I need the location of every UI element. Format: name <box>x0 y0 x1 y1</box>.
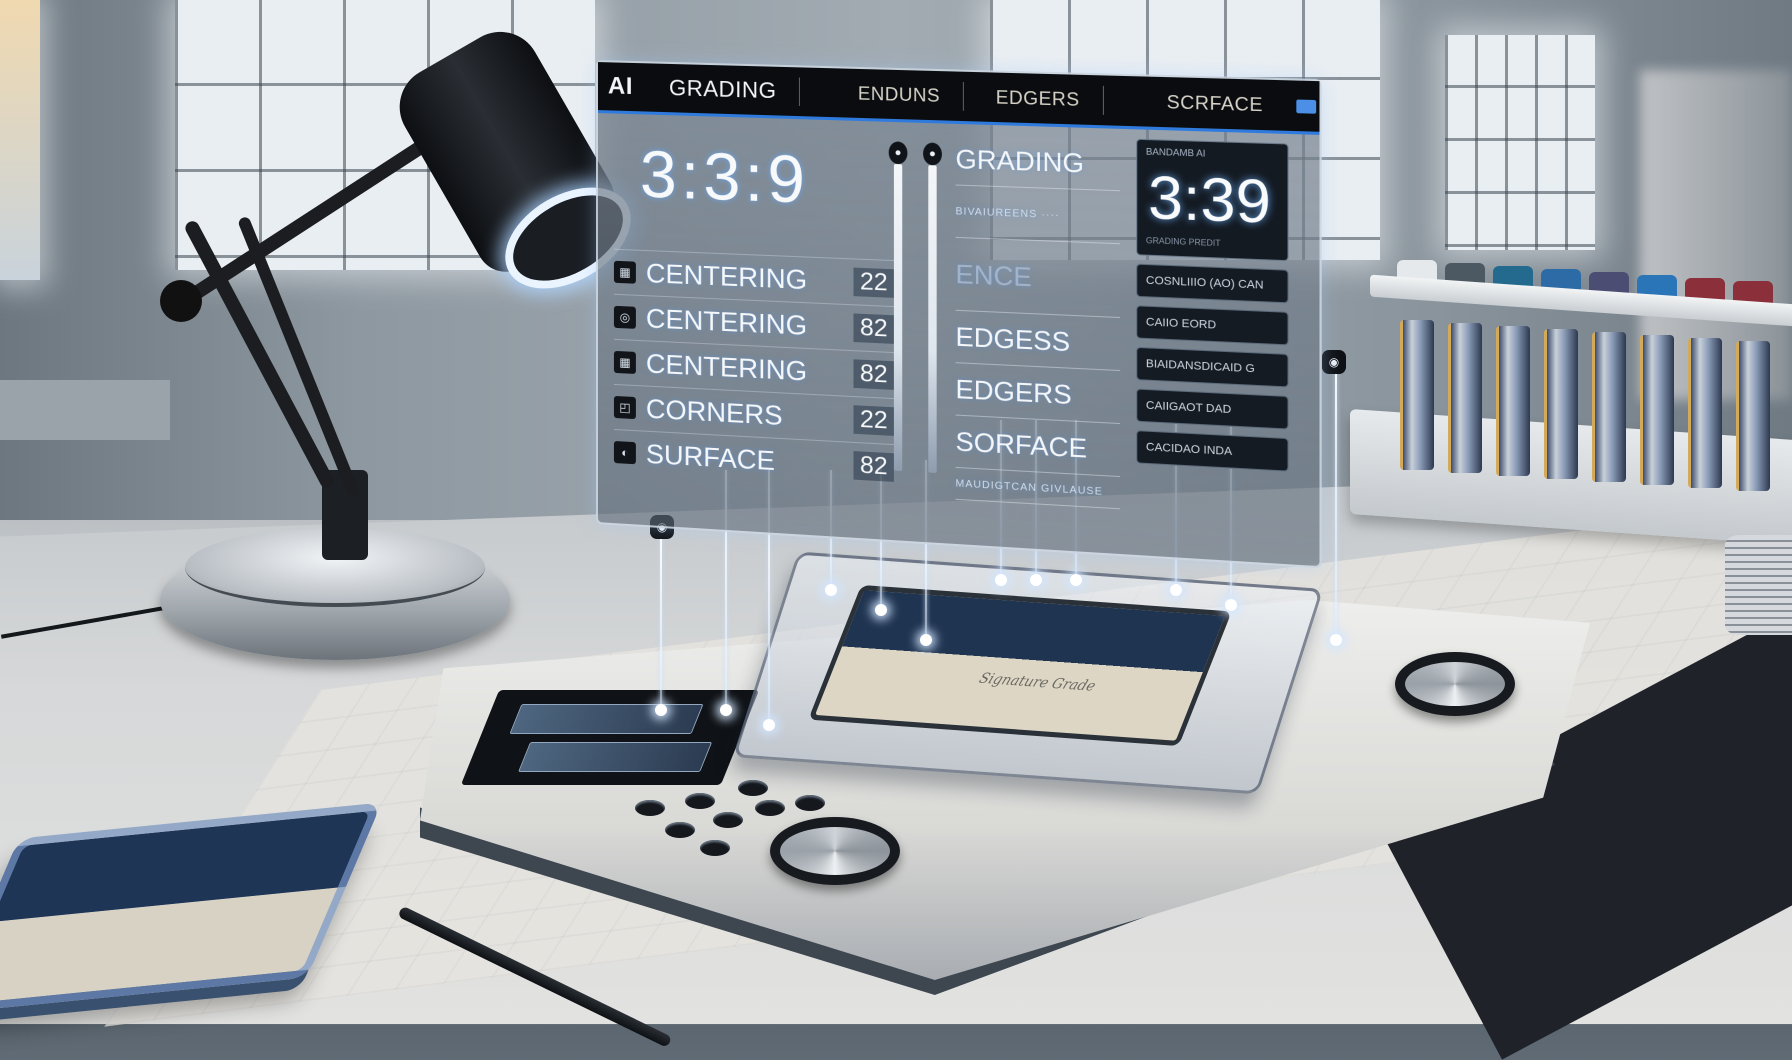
device-screen-line <box>518 742 713 772</box>
level-meter <box>928 165 937 474</box>
device-key[interactable] <box>738 780 768 796</box>
coin-stack <box>1725 535 1792 635</box>
tab-endings[interactable]: ENDUNS <box>835 78 965 111</box>
device-screen-line <box>509 704 704 734</box>
test-tube <box>1448 323 1482 473</box>
window-left <box>0 0 40 280</box>
main-dial-knob[interactable] <box>770 817 900 885</box>
summary-row[interactable]: BIAIDANSDICAID G <box>1136 346 1289 388</box>
device-key[interactable] <box>635 800 665 816</box>
metric-label: CENTERING <box>645 302 808 341</box>
device-key[interactable] <box>685 793 715 809</box>
metric-label: CORNERS <box>645 393 783 431</box>
score-header: BANDAMB AI <box>1145 146 1206 159</box>
test-tube <box>1544 329 1578 479</box>
anchor-dot <box>1170 584 1182 596</box>
secondary-dial-knob[interactable] <box>1395 652 1515 716</box>
trading-card: Signature Grade <box>808 584 1232 747</box>
summary-column: BANDAMB AI 3:39 GRADING PREDIT COSNLIIIO… <box>1136 138 1289 472</box>
surface-icon: ◐ <box>613 440 636 465</box>
grading-column: GRADING BIVAIUREENS ···· ENCE EDGESS EDG… <box>955 133 1121 510</box>
final-score-box: BANDAMB AI 3:39 GRADING PREDIT <box>1136 138 1289 262</box>
anchor-dot <box>920 634 932 646</box>
anchor-dot <box>1030 574 1042 586</box>
grid-icon: ▦ <box>613 350 636 374</box>
summary-row[interactable]: COSNLIIIO (AO) CAN <box>1136 263 1289 304</box>
grading-row[interactable]: SORFACE <box>955 415 1121 478</box>
drop-icon[interactable]: ● <box>888 141 908 165</box>
flag-icon[interactable] <box>1296 98 1316 114</box>
drop-icon[interactable]: ● <box>923 142 942 166</box>
metric-value: 22 <box>853 405 894 436</box>
test-tube <box>1400 320 1434 470</box>
anchor-dot <box>655 704 667 716</box>
test-tube <box>1736 341 1770 491</box>
device-key[interactable] <box>665 822 695 838</box>
grading-row[interactable]: EDGESS <box>955 310 1121 372</box>
projection-beam <box>660 530 662 710</box>
test-tube <box>1688 338 1722 488</box>
summary-row[interactable]: CAIIGAOT DAD <box>1136 388 1289 430</box>
anchor-dot <box>825 584 837 596</box>
summary-row[interactable]: CAIIO EORD <box>1136 305 1289 346</box>
anchor-dot <box>995 574 1007 586</box>
metric-value: 82 <box>853 359 894 390</box>
anchor-dot <box>1330 634 1342 646</box>
test-tube <box>1640 335 1674 485</box>
anchor-dot <box>720 704 732 716</box>
device-key[interactable] <box>755 800 785 816</box>
metric-label: CENTERING <box>645 347 808 387</box>
tab-surface[interactable]: SCRFACE <box>1143 87 1287 120</box>
device-key[interactable] <box>700 840 730 856</box>
lamp-joint <box>160 280 202 322</box>
score-footer: GRADING PREDIT <box>1145 235 1221 249</box>
grid-icon: ▦ <box>613 260 636 284</box>
anchor-dot <box>763 719 775 731</box>
summary-row[interactable]: CACIDAO INDA <box>1136 430 1289 472</box>
level-meter <box>893 163 903 472</box>
metric-value: 22 <box>853 267 894 298</box>
anchor-dot <box>1070 574 1082 586</box>
device-key[interactable] <box>795 795 825 811</box>
device-key[interactable] <box>713 812 743 828</box>
window-mullions <box>1445 35 1595 250</box>
ai-logo: AI <box>607 72 633 101</box>
test-tube <box>1592 332 1626 482</box>
anchor-dot <box>1225 599 1237 611</box>
test-tube <box>1496 326 1530 476</box>
metrics-list: ▦ CENTERING 22 ◎ CENTERING 82 ▦ CENTERIN… <box>613 248 894 491</box>
main-score: 3:3:9 <box>639 136 809 217</box>
corner-icon: ◰ <box>613 395 636 420</box>
metric-value: 82 <box>853 451 894 482</box>
background-shelf <box>0 380 170 440</box>
device-screen <box>460 690 760 785</box>
target-icon: ◎ <box>613 305 636 329</box>
grading-row: BIVAIUREENS ···· <box>955 185 1121 245</box>
grading-row[interactable]: EDGERS <box>955 363 1121 425</box>
metric-label: SURFACE <box>645 438 775 476</box>
window-right <box>1445 35 1595 250</box>
grading-title: GRADING <box>955 133 1121 192</box>
final-score: 3:39 <box>1148 164 1271 237</box>
hologram-panel: AI GRADING ENDUNS EDGERS SCRFACE 3:3:9 ▦… <box>596 60 1322 569</box>
metric-value: 82 <box>853 313 894 344</box>
metric-label: CENTERING <box>645 257 808 295</box>
tab-grading[interactable]: GRADING <box>646 73 801 106</box>
grading-row: ENCE <box>955 237 1121 319</box>
tab-edgers[interactable]: EDGERS <box>972 82 1105 115</box>
projection-beam <box>1335 370 1337 640</box>
target-pin-icon[interactable]: ◉ <box>1322 350 1346 374</box>
card-signature: Signature Grade <box>976 670 1098 695</box>
anchor-dot <box>875 604 887 616</box>
